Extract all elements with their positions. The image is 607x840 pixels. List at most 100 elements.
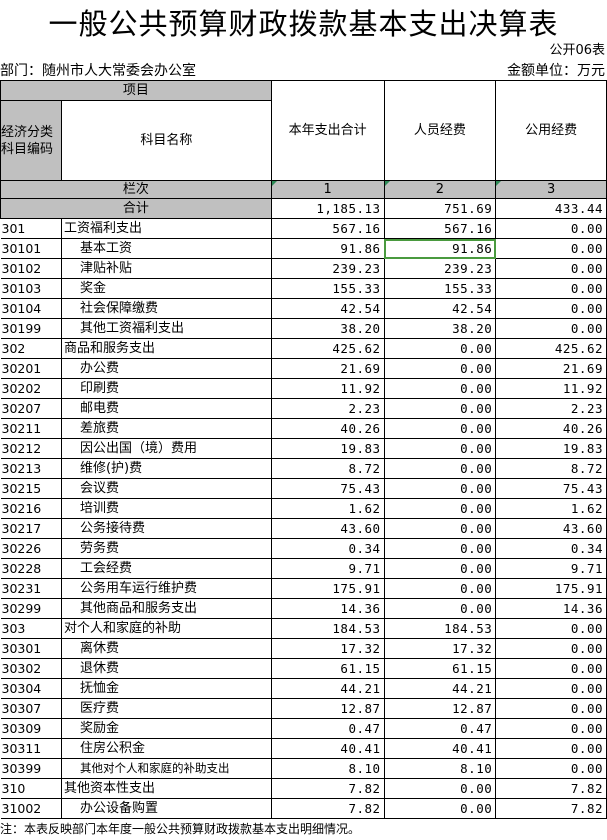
row-total[interactable]: 2.23 xyxy=(270,398,385,419)
row-total[interactable]: 61.15 xyxy=(270,658,385,679)
row-personnel[interactable]: 0.00 xyxy=(383,478,497,499)
row-name[interactable]: 基本工资 xyxy=(60,238,272,259)
row-name[interactable]: 对个人和家庭的补助 xyxy=(60,618,272,639)
row-public[interactable]: 75.43 xyxy=(495,478,607,499)
row-public[interactable]: 8.72 xyxy=(495,458,607,479)
row-code[interactable]: 30104 xyxy=(0,298,62,319)
row-name[interactable]: 奖励金 xyxy=(60,718,272,739)
row-code[interactable]: 310 xyxy=(0,778,62,799)
row-personnel[interactable]: 12.87 xyxy=(383,698,497,719)
row-public[interactable]: 0.00 xyxy=(495,718,607,739)
row-total[interactable]: 1.62 xyxy=(270,498,385,519)
row-code[interactable]: 30199 xyxy=(0,318,62,339)
row-public[interactable]: 0.34 xyxy=(495,538,607,559)
row-name[interactable]: 印刷费 xyxy=(60,378,272,399)
row-personnel[interactable]: 42.54 xyxy=(383,298,497,319)
column-number-1[interactable]: 1 xyxy=(270,180,385,199)
column-number-3[interactable]: 3 xyxy=(495,180,607,199)
row-public[interactable]: 21.69 xyxy=(495,358,607,379)
row-total[interactable]: 75.43 xyxy=(270,478,385,499)
row-code[interactable]: 30213 xyxy=(0,458,62,479)
row-personnel[interactable]: 0.00 xyxy=(383,798,497,819)
row-total[interactable]: 38.20 xyxy=(270,318,385,339)
row-code[interactable]: 30299 xyxy=(0,598,62,619)
row-total[interactable]: 239.23 xyxy=(270,258,385,279)
row-code[interactable]: 30211 xyxy=(0,418,62,439)
row-code[interactable]: 30216 xyxy=(0,498,62,519)
row-total[interactable]: 7.82 xyxy=(270,798,385,819)
row-public[interactable]: 7.82 xyxy=(495,778,607,799)
row-public[interactable]: 2.23 xyxy=(495,398,607,419)
row-total[interactable]: 9.71 xyxy=(270,558,385,579)
row-public[interactable]: 0.00 xyxy=(495,258,607,279)
row-name[interactable]: 工会经费 xyxy=(60,558,272,579)
row-total[interactable]: 91.86 xyxy=(270,238,385,259)
row-code[interactable]: 30103 xyxy=(0,278,62,299)
row-public[interactable]: 1.62 xyxy=(495,498,607,519)
row-code[interactable]: 30228 xyxy=(0,558,62,579)
row-personnel[interactable]: 0.00 xyxy=(383,418,497,439)
row-personnel[interactable]: 567.16 xyxy=(383,218,497,239)
row-total[interactable]: 19.83 xyxy=(270,438,385,459)
row-total[interactable]: 155.33 xyxy=(270,278,385,299)
row-code[interactable]: 30226 xyxy=(0,538,62,559)
row-code[interactable]: 30202 xyxy=(0,378,62,399)
row-code[interactable]: 30217 xyxy=(0,518,62,539)
row-personnel[interactable]: 17.32 xyxy=(383,638,497,659)
row-code[interactable]: 30231 xyxy=(0,578,62,599)
row-code[interactable]: 30302 xyxy=(0,658,62,679)
row-public[interactable]: 0.00 xyxy=(495,678,607,699)
total-amount[interactable]: 1,185.13 xyxy=(270,198,385,219)
row-public[interactable]: 0.00 xyxy=(495,698,607,719)
row-total[interactable]: 567.16 xyxy=(270,218,385,239)
row-name[interactable]: 培训费 xyxy=(60,498,272,519)
row-code[interactable]: 30201 xyxy=(0,358,62,379)
row-total[interactable]: 43.60 xyxy=(270,518,385,539)
row-name[interactable]: 办公设备购置 xyxy=(60,798,272,819)
row-total[interactable]: 17.32 xyxy=(270,638,385,659)
row-total[interactable]: 40.41 xyxy=(270,738,385,759)
row-public[interactable]: 0.00 xyxy=(495,278,607,299)
row-name[interactable]: 公务用车运行维护费 xyxy=(60,578,272,599)
column-number-2[interactable]: 2 xyxy=(383,180,497,199)
row-public[interactable]: 0.00 xyxy=(495,238,607,259)
row-personnel[interactable]: 0.00 xyxy=(383,778,497,799)
row-total[interactable]: 7.82 xyxy=(270,778,385,799)
row-personnel[interactable]: 0.00 xyxy=(383,358,497,379)
row-total[interactable]: 175.91 xyxy=(270,578,385,599)
row-code[interactable]: 303 xyxy=(0,618,62,639)
row-personnel[interactable]: 155.33 xyxy=(383,278,497,299)
row-personnel[interactable]: 0.00 xyxy=(383,438,497,459)
row-name[interactable]: 因公出国（境）费用 xyxy=(60,438,272,459)
row-public[interactable]: 43.60 xyxy=(495,518,607,539)
row-name[interactable]: 公务接待费 xyxy=(60,518,272,539)
header-public[interactable]: 公用经费 xyxy=(495,80,607,181)
row-total[interactable]: 42.54 xyxy=(270,298,385,319)
row-name[interactable]: 住房公积金 xyxy=(60,738,272,759)
header-subject-name[interactable]: 科目名称 xyxy=(60,100,272,181)
row-total[interactable]: 0.34 xyxy=(270,538,385,559)
row-total[interactable]: 21.69 xyxy=(270,358,385,379)
header-econ-code[interactable]: 经济分类 科目编码 xyxy=(0,100,62,181)
row-code[interactable]: 30212 xyxy=(0,438,62,459)
row-code[interactable]: 30399 xyxy=(0,758,62,779)
row-total[interactable]: 184.53 xyxy=(270,618,385,639)
row-personnel[interactable]: 0.00 xyxy=(383,518,497,539)
row-name[interactable]: 其他对个人和家庭的补助支出 xyxy=(60,758,272,779)
row-personnel[interactable]: 44.21 xyxy=(383,678,497,699)
row-public[interactable]: 9.71 xyxy=(495,558,607,579)
row-total[interactable]: 44.21 xyxy=(270,678,385,699)
row-name[interactable]: 差旅费 xyxy=(60,418,272,439)
row-public[interactable]: 0.00 xyxy=(495,638,607,659)
row-total[interactable]: 0.47 xyxy=(270,718,385,739)
row-code[interactable]: 31002 xyxy=(0,798,62,819)
row-name[interactable]: 抚恤金 xyxy=(60,678,272,699)
row-personnel[interactable]: 0.00 xyxy=(383,458,497,479)
row-name[interactable]: 维修(护)费 xyxy=(60,458,272,479)
row-name[interactable]: 津贴补贴 xyxy=(60,258,272,279)
row-name[interactable]: 奖金 xyxy=(60,278,272,299)
row-code[interactable]: 30215 xyxy=(0,478,62,499)
row-total[interactable]: 8.10 xyxy=(270,758,385,779)
row-personnel[interactable]: 91.86 xyxy=(383,238,497,259)
row-total[interactable]: 8.72 xyxy=(270,458,385,479)
